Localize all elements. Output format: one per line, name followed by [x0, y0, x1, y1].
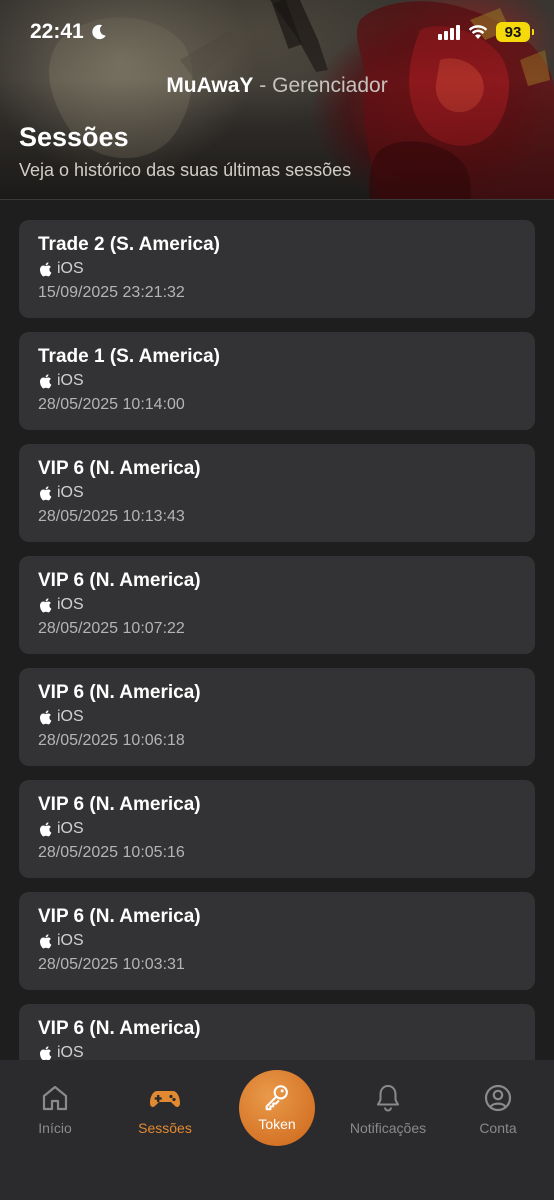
session-platform: iOS	[38, 707, 516, 727]
session-card[interactable]: VIP 6 (N. America) iOS 28/05/2025 10:03:…	[19, 892, 535, 990]
session-platform: iOS	[38, 819, 516, 839]
app-title: MuAwaY - Gerenciador	[0, 74, 554, 98]
user-circle-icon	[484, 1084, 512, 1112]
apple-icon	[39, 710, 52, 725]
platform-label: iOS	[57, 708, 84, 725]
session-platform: iOS	[38, 371, 516, 391]
session-datetime: 28/05/2025 10:07:22	[38, 620, 185, 637]
session-datetime: 28/05/2025 10:03:31	[38, 956, 185, 973]
apple-icon	[39, 374, 52, 389]
session-server: VIP 6 (N. America)	[38, 906, 201, 927]
gamepad-icon	[150, 1091, 180, 1107]
tab-token[interactable]: Token	[239, 1070, 315, 1146]
tab-label: Token	[258, 1116, 296, 1132]
title-separator: -	[253, 74, 273, 97]
apple-icon	[39, 486, 52, 501]
session-platform: iOS	[38, 259, 516, 279]
brand-name: MuAwaY	[166, 74, 254, 97]
platform-label: iOS	[57, 1044, 84, 1060]
battery-level: 93	[504, 23, 522, 41]
session-card[interactable]: VIP 6 (N. America) iOS	[19, 1004, 535, 1060]
session-card[interactable]: Trade 1 (S. America) iOS 28/05/2025 10:1…	[19, 332, 535, 430]
session-card[interactable]: Trade 2 (S. America) iOS 15/09/2025 23:2…	[19, 220, 535, 318]
apple-icon	[39, 1046, 52, 1060]
session-datetime: 28/05/2025 10:06:18	[38, 732, 185, 749]
session-datetime: 28/05/2025 10:14:00	[38, 396, 185, 413]
platform-label: iOS	[57, 372, 84, 389]
key-icon	[265, 1085, 288, 1111]
session-list[interactable]: Trade 2 (S. America) iOS 15/09/2025 23:2…	[0, 200, 554, 1060]
battery-icon: 93	[496, 22, 534, 42]
signal-icon	[438, 24, 460, 40]
tab-label: Notificações	[349, 1120, 427, 1136]
session-server: Trade 1 (S. America)	[38, 346, 220, 367]
apple-icon	[39, 934, 52, 949]
platform-label: iOS	[57, 596, 84, 613]
app-subtitle: Gerenciador	[272, 74, 388, 97]
session-platform: iOS	[38, 1043, 516, 1060]
session-server: Trade 2 (S. America)	[38, 234, 220, 255]
page-title: Sessões	[19, 122, 129, 152]
tab-bar: Início Sessões Token Notificações Conta	[0, 1060, 554, 1200]
session-server: VIP 6 (N. America)	[38, 458, 201, 479]
platform-label: iOS	[57, 484, 84, 501]
session-server: VIP 6 (N. America)	[38, 682, 201, 703]
session-datetime: 15/09/2025 23:21:32	[38, 284, 185, 301]
header: 22:41 93 MuAwaY - Gerenciador Sessões Ve…	[0, 0, 554, 200]
tab-label: Início	[38, 1120, 72, 1136]
apple-icon	[39, 598, 52, 613]
wifi-icon	[468, 25, 488, 39]
platform-label: iOS	[57, 820, 84, 837]
clock-text: 22:41	[30, 20, 84, 43]
tab-label: Sessões	[138, 1120, 192, 1136]
session-platform: iOS	[38, 483, 516, 503]
session-card[interactable]: VIP 6 (N. America) iOS 28/05/2025 10:05:…	[19, 780, 535, 878]
session-datetime: 28/05/2025 10:13:43	[38, 508, 185, 525]
tab-notificacoes[interactable]: Notificações	[333, 1082, 443, 1136]
tab-conta[interactable]: Conta	[443, 1082, 553, 1136]
session-datetime: 28/05/2025 10:05:16	[38, 844, 185, 861]
status-bar: 22:41 93	[0, 0, 554, 66]
session-card[interactable]: VIP 6 (N. America) iOS 28/05/2025 10:06:…	[19, 668, 535, 766]
session-card[interactable]: VIP 6 (N. America) iOS 28/05/2025 10:07:…	[19, 556, 535, 654]
bell-icon	[377, 1085, 399, 1112]
home-icon	[42, 1085, 68, 1111]
session-platform: iOS	[38, 595, 516, 615]
status-time: 22:41	[30, 20, 108, 44]
tab-sessoes[interactable]: Sessões	[110, 1082, 220, 1136]
apple-icon	[39, 822, 52, 837]
platform-label: iOS	[57, 260, 84, 277]
session-platform: iOS	[38, 931, 516, 951]
session-server: VIP 6 (N. America)	[38, 794, 201, 815]
session-server: VIP 6 (N. America)	[38, 570, 201, 591]
session-card[interactable]: VIP 6 (N. America) iOS 28/05/2025 10:13:…	[19, 444, 535, 542]
session-server: VIP 6 (N. America)	[38, 1018, 201, 1039]
page-subtitle: Veja o histórico das suas últimas sessõe…	[19, 160, 352, 180]
platform-label: iOS	[57, 932, 84, 949]
tab-label: Conta	[479, 1120, 517, 1136]
moon-icon	[92, 24, 106, 40]
apple-icon	[39, 262, 52, 277]
tab-inicio[interactable]: Início	[0, 1082, 110, 1136]
